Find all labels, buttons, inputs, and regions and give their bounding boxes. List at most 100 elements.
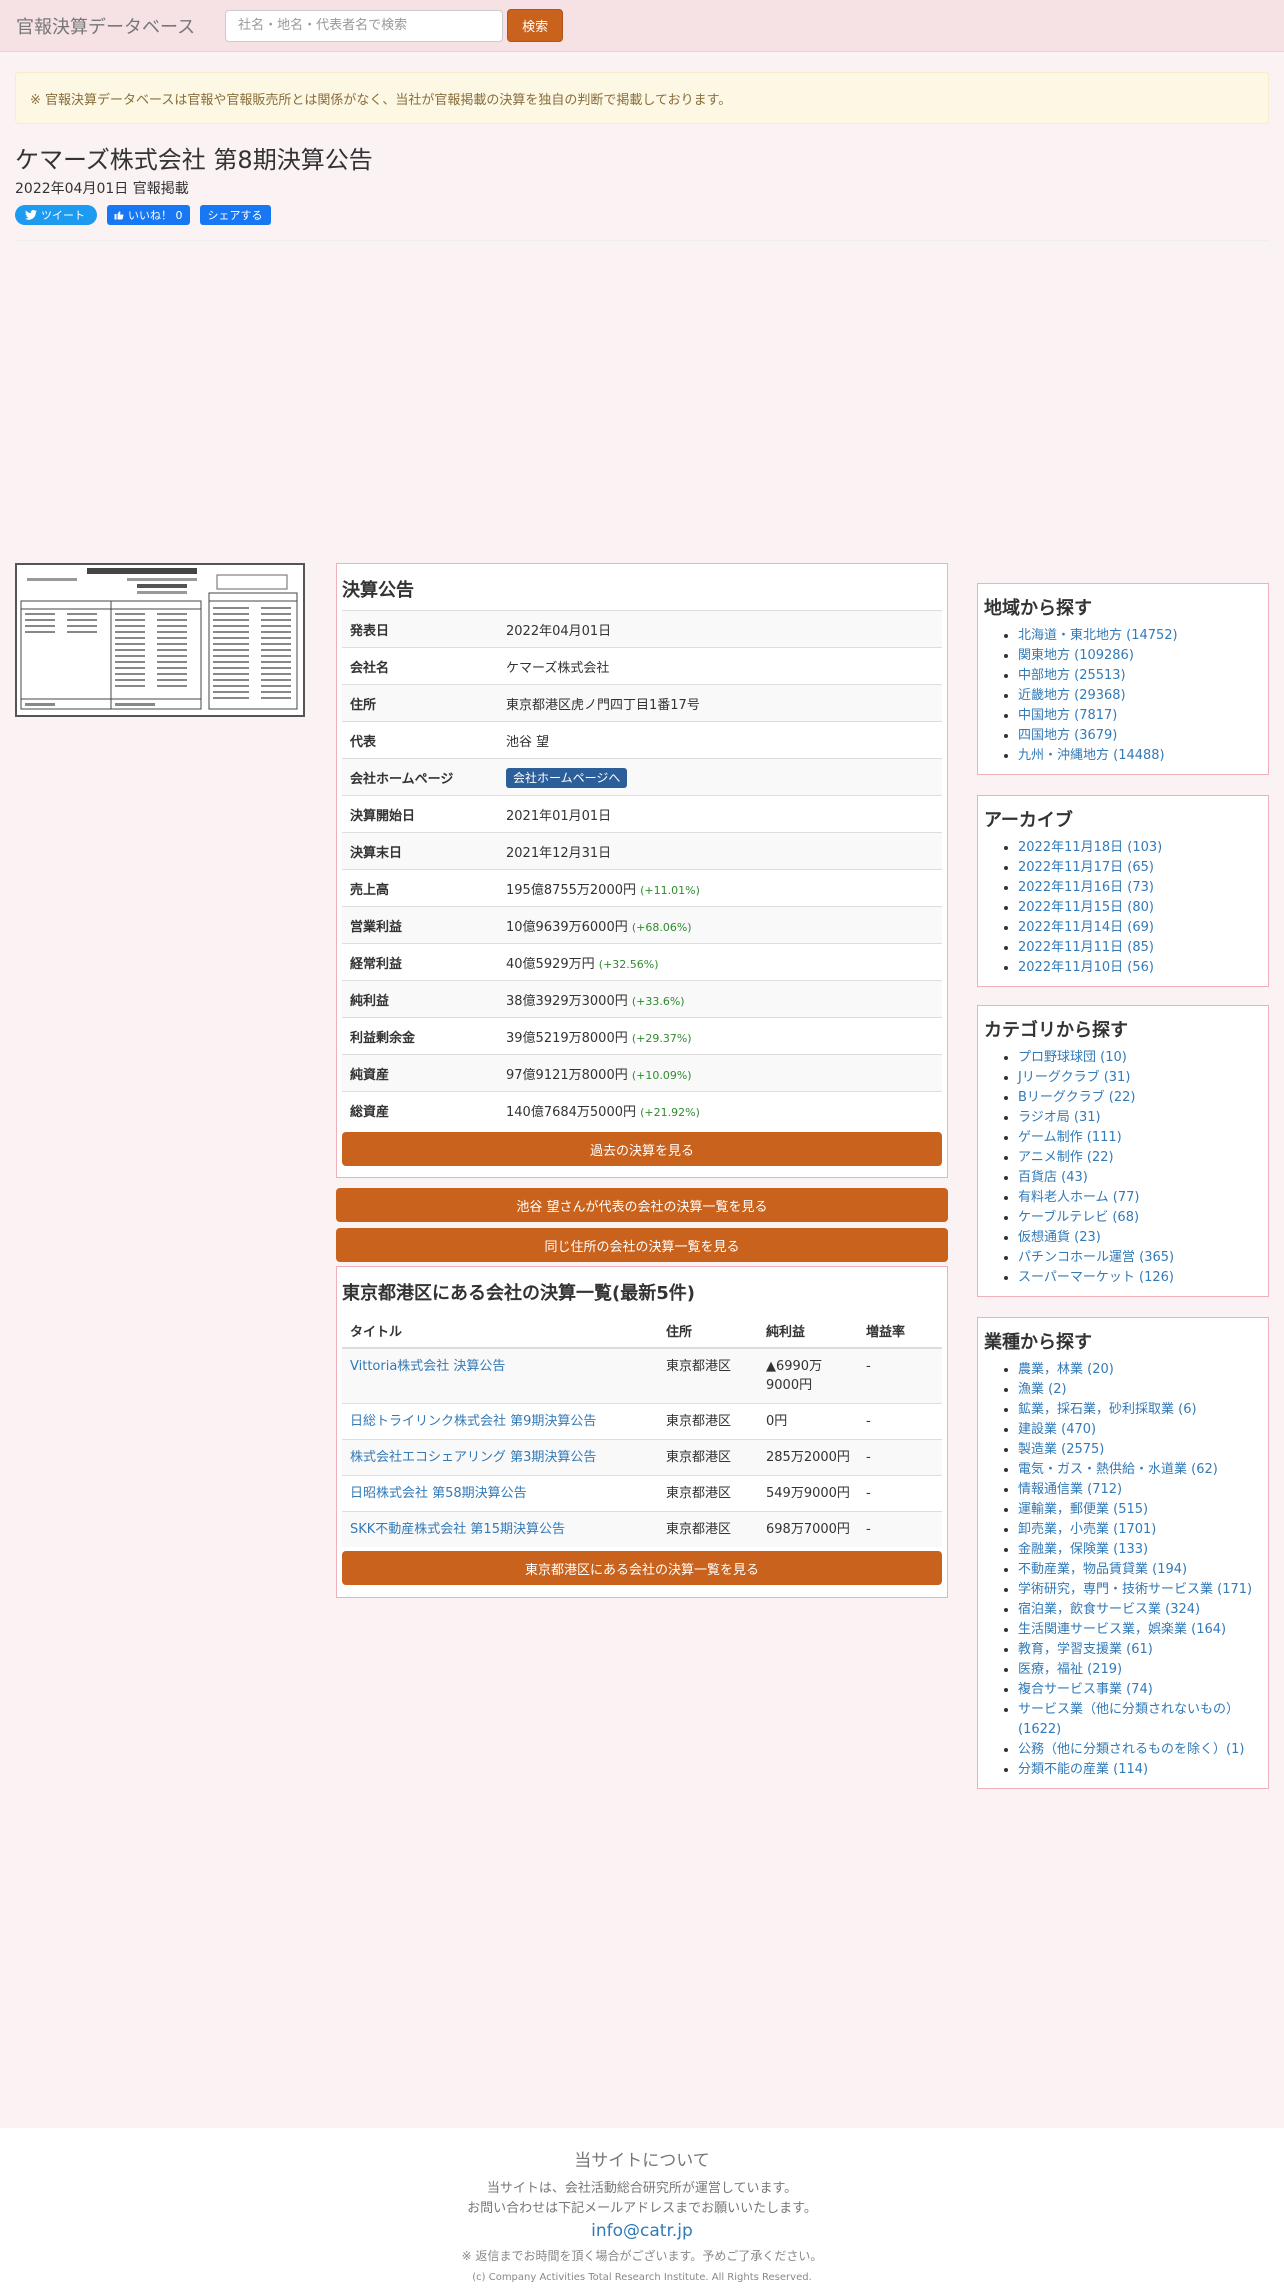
- list-item: 鉱業，採石業，砂利採取業 (6): [1018, 1400, 1262, 1420]
- footer-email-link[interactable]: info@catr.jp: [0, 2221, 1284, 2241]
- financial-value-cell: 39億5219万8000円 (+29.37%): [498, 1017, 942, 1055]
- like-button[interactable]: いいね！ 0: [107, 205, 190, 225]
- sidebar-category-link[interactable]: ケーブルテレビ (68): [1018, 1210, 1139, 1225]
- sidebar-category-link[interactable]: Bリーグクラブ (22): [1018, 1090, 1135, 1105]
- financial-row: 純利益 38億3929万3000円 (+33.6%): [342, 980, 942, 1018]
- financial-value: 東京都港区虎ノ門四丁目1番17号: [506, 697, 700, 713]
- sidebar-industry-link[interactable]: 電気・ガス・熱供給・水道業 (62): [1018, 1462, 1218, 1477]
- sidebar-region-link[interactable]: 近畿地方 (29368): [1018, 688, 1126, 703]
- financial-change: (+33.6%): [631, 994, 685, 1008]
- area-companies-more-button[interactable]: 東京都港区にある会社の決算一覧を見る: [342, 1551, 942, 1585]
- sidebar-industry-link[interactable]: サービス業（他に分類されないもの）(1622): [1018, 1702, 1239, 1737]
- sidebar-archive-link[interactable]: 2022年11月10日 (56): [1018, 960, 1154, 975]
- sidebar-industry-panel: 業種から探す 農業，林業 (20) 漁業 (2) 鉱業，採石業，砂利採取業 (6) 建…: [977, 1317, 1269, 1789]
- financial-row: 決算末日 2021年12月31日: [342, 832, 942, 870]
- sidebar-archive-link[interactable]: 2022年11月11日 (85): [1018, 940, 1154, 955]
- footer-reply-note: ※ 返信までお時間を頂く場合がございます。予めご了承ください。: [461, 2249, 823, 2263]
- list-item: 仮想通貨 (23): [1018, 1228, 1262, 1248]
- sidebar-category-link[interactable]: プロ野球球団 (10): [1018, 1050, 1127, 1065]
- search-input[interactable]: [225, 9, 504, 42]
- sidebar-region-link[interactable]: 九州・沖縄地方 (14488): [1018, 748, 1165, 763]
- sidebar-industry-link[interactable]: 宿泊業，飲食サービス業 (324): [1018, 1602, 1200, 1617]
- footer-title: 当サイトについて: [574, 2151, 710, 2171]
- sidebar-region-link[interactable]: 四国地方 (3679): [1018, 728, 1117, 743]
- sidebar-industry-link[interactable]: 製造業 (2575): [1018, 1442, 1104, 1457]
- sidebar-industry-link[interactable]: 農業，林業 (20): [1018, 1362, 1114, 1377]
- sidebar-category-link[interactable]: Jリーグクラブ (31): [1018, 1070, 1130, 1085]
- table-cell: 日総トライリンク株式会社 第9期決算公告: [342, 1403, 658, 1440]
- sidebar-industry-link[interactable]: 金融業，保険業 (133): [1018, 1542, 1148, 1557]
- footer-contact-text: お問い合わせは下記メールアドレスまでお願いいたします。: [467, 2201, 817, 2216]
- footer-copyright: (c) Company Activities Total Research In…: [472, 2272, 812, 2283]
- share-button[interactable]: シェアする: [199, 205, 271, 225]
- sidebar-category-link[interactable]: パチンコホール運営 (365): [1018, 1250, 1174, 1265]
- site-brand[interactable]: 官報決算データベース: [16, 13, 195, 39]
- financial-label: 会社ホームページ: [342, 758, 498, 796]
- sidebar-category-link[interactable]: ラジオ局 (31): [1018, 1110, 1101, 1125]
- company-growth-rate: -: [866, 1486, 871, 1501]
- financial-row: 代表 池谷 望: [342, 721, 942, 759]
- list-item: スーパーマーケット (126): [1018, 1268, 1262, 1288]
- financial-row: 発表日 2022年04月01日: [342, 610, 942, 648]
- past-results-button[interactable]: 過去の決算を見る: [342, 1132, 942, 1166]
- financial-row: 会社名 ケマーズ株式会社: [342, 647, 942, 685]
- sidebar-category-link[interactable]: 有料老人ホーム (77): [1018, 1190, 1139, 1205]
- company-link[interactable]: 株式会社エコシェアリング 第3期決算公告: [350, 1450, 596, 1465]
- table-cell: 東京都港区: [658, 1475, 758, 1512]
- area-companies-panel: 東京都港区にある会社の決算一覧(最新5件) タイトル 住所 純利益 増益率 Vi…: [336, 1266, 948, 1598]
- company-link[interactable]: Vittoria株式会社 決算公告: [350, 1359, 505, 1374]
- company-growth-rate: -: [866, 1359, 871, 1374]
- sidebar-industry-link[interactable]: 教育，学習支援業 (61): [1018, 1642, 1153, 1657]
- sidebar-region-link[interactable]: 中国地方 (7817): [1018, 708, 1117, 723]
- sidebar-region-link[interactable]: 関東地方 (109286): [1018, 648, 1134, 663]
- sidebar-industry-link[interactable]: 複合サービス事業 (74): [1018, 1682, 1153, 1697]
- sidebar-category-link[interactable]: 百貨店 (43): [1018, 1170, 1088, 1185]
- table-cell: -: [858, 1439, 942, 1476]
- company-link[interactable]: SKK不動産株式会社 第15期決算公告: [350, 1522, 565, 1537]
- gazette-thumbnail[interactable]: [15, 563, 305, 717]
- financial-label: 利益剰余金: [342, 1017, 498, 1055]
- tweet-button[interactable]: ツイート: [15, 205, 97, 225]
- sidebar-archive-link[interactable]: 2022年11月17日 (65): [1018, 860, 1154, 875]
- company-growth-rate: -: [866, 1522, 871, 1537]
- sidebar-industry-link[interactable]: 建設業 (470): [1018, 1422, 1096, 1437]
- search-button[interactable]: 検索: [507, 9, 564, 42]
- sidebar-region-link[interactable]: 中部地方 (25513): [1018, 668, 1126, 683]
- company-link[interactable]: 日昭株式会社 第58期決算公告: [350, 1486, 527, 1501]
- sidebar-archive-link[interactable]: 2022年11月16日 (73): [1018, 880, 1154, 895]
- company-homepage-link[interactable]: 会社ホームページへ: [506, 767, 628, 788]
- sidebar-category-link[interactable]: アニメ制作 (22): [1018, 1150, 1114, 1165]
- list-item: 四国地方 (3679): [1018, 726, 1262, 746]
- sidebar-industry-link[interactable]: 不動産業，物品賃貸業 (194): [1018, 1562, 1187, 1577]
- sidebar-category-link[interactable]: 仮想通貨 (23): [1018, 1230, 1101, 1245]
- sidebar-industry-link[interactable]: 運輸業，郵便業 (515): [1018, 1502, 1148, 1517]
- like-label: いいね！ 0: [128, 209, 183, 222]
- sidebar-industry-link[interactable]: 公務（他に分類されるものを除く）(1): [1018, 1742, 1244, 1757]
- same-address-companies-button[interactable]: 同じ住所の会社の決算一覧を見る: [336, 1228, 948, 1262]
- table-cell: 285万2000円: [758, 1439, 858, 1476]
- sidebar-industry-link[interactable]: 情報通信業 (712): [1018, 1482, 1122, 1497]
- sidebar-archive-link[interactable]: 2022年11月14日 (69): [1018, 920, 1154, 935]
- sidebar-industry-link[interactable]: 分類不能の産業 (114): [1018, 1762, 1148, 1777]
- sidebar-industry-link[interactable]: 鉱業，採石業，砂利採取業 (6): [1018, 1402, 1197, 1417]
- sidebar-industry-link[interactable]: 卸売業，小売業 (1701): [1018, 1522, 1156, 1537]
- sidebar-region-link[interactable]: 北海道・東北地方 (14752): [1018, 628, 1178, 643]
- representative-companies-button[interactable]: 池谷 望さんが代表の会社の決算一覧を見る: [336, 1188, 948, 1222]
- sidebar-industry-link[interactable]: 生活関連サービス業，娯楽業 (164): [1018, 1622, 1226, 1637]
- sidebar-industry-link[interactable]: 漁業 (2): [1018, 1382, 1067, 1397]
- company-link[interactable]: 日総トライリンク株式会社 第9期決算公告: [350, 1414, 596, 1429]
- financial-row: 利益剰余金 39億5219万8000円 (+29.37%): [342, 1017, 942, 1055]
- sidebar-category-link[interactable]: ゲーム制作 (111): [1018, 1130, 1122, 1145]
- financial-row: 営業利益 10億9639万6000円 (+68.06%): [342, 906, 942, 944]
- sidebar-industry-link[interactable]: 学術研究，専門・技術サービス業 (171): [1018, 1582, 1252, 1597]
- company-profit: ▲6990万9000円: [766, 1359, 823, 1393]
- sidebar-archive-link[interactable]: 2022年11月15日 (80): [1018, 900, 1154, 915]
- table-cell: -: [858, 1347, 942, 1404]
- sidebar-category-link[interactable]: スーパーマーケット (126): [1018, 1270, 1174, 1285]
- sidebar-archive-link[interactable]: 2022年11月18日 (103): [1018, 840, 1162, 855]
- list-item: 2022年11月10日 (56): [1018, 958, 1262, 978]
- sidebar-industry-link[interactable]: 医療，福祉 (219): [1018, 1662, 1122, 1677]
- financial-label: 営業利益: [342, 906, 498, 944]
- financial-value: 38億3929万3000円: [506, 993, 628, 1009]
- financial-label: 売上高: [342, 869, 498, 907]
